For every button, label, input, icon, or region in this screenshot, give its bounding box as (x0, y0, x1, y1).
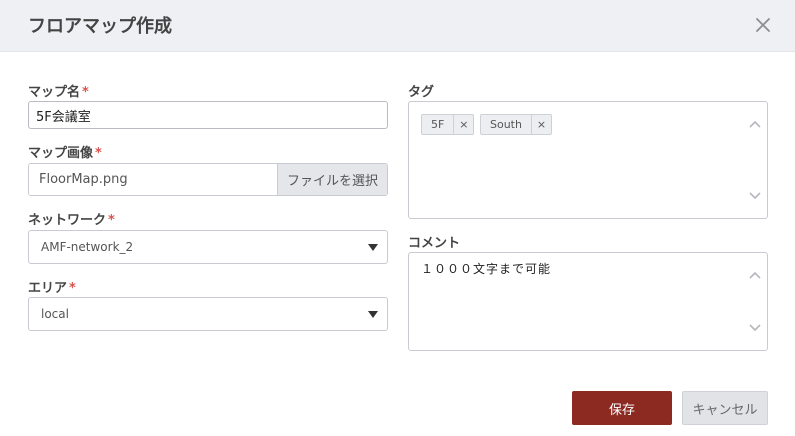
map-name-label-text: マップ名 (28, 85, 81, 100)
choose-file-button[interactable]: ファイルを選択 (277, 164, 387, 195)
cancel-button[interactable]: キャンセル (682, 391, 768, 425)
network-label-text: ネットワーク (28, 213, 107, 228)
chevron-down-icon[interactable] (748, 323, 762, 333)
comment-textarea[interactable]: １０００文字まで可能 (408, 252, 768, 351)
tag-remove-icon[interactable]: × (453, 115, 473, 134)
area-label-text: エリア (28, 281, 68, 296)
chevron-up-icon[interactable] (748, 270, 762, 280)
comment-placeholder: １０００文字まで可能 (421, 262, 552, 276)
map-image-file-picker: FloorMap.png ファイルを選択 (28, 163, 388, 196)
caret-down-icon (368, 244, 378, 251)
dialog-header: フロアマップ作成 (0, 0, 795, 52)
network-label: ネットワーク * (28, 209, 115, 228)
close-icon[interactable] (751, 13, 775, 37)
map-image-file-name[interactable]: FloorMap.png (29, 164, 277, 195)
map-name-input[interactable]: 5F会議室 (28, 101, 388, 129)
required-mark: * (108, 213, 115, 228)
tag-chip-label: South (490, 118, 522, 131)
required-mark: * (69, 281, 76, 296)
tags-input[interactable]: 5F × South × (408, 101, 768, 219)
map-name-label: マップ名 * (28, 81, 89, 100)
comment-label: コメント (408, 236, 461, 251)
tag-remove-icon[interactable]: × (530, 115, 551, 134)
area-label: エリア * (28, 277, 76, 296)
tags-label: タグ (408, 85, 435, 100)
area-selected-value: local (41, 307, 69, 321)
map-image-label: マップ画像 * (28, 142, 102, 161)
map-image-label-text: マップ画像 (28, 146, 94, 161)
network-selected-value: AMF-network_2 (41, 240, 134, 254)
chevron-up-icon[interactable] (748, 119, 762, 129)
tag-chip-label: 5F (431, 118, 445, 131)
tag-chip: South × (480, 114, 552, 135)
chevron-down-icon[interactable] (748, 191, 762, 201)
caret-down-icon (368, 311, 378, 318)
save-button[interactable]: 保存 (572, 391, 672, 425)
dialog-title: フロアマップ作成 (28, 16, 172, 37)
tag-chip: 5F × (421, 114, 475, 135)
area-select[interactable]: local (28, 297, 388, 331)
required-mark: * (95, 146, 102, 161)
network-select[interactable]: AMF-network_2 (28, 230, 388, 264)
required-mark: * (82, 85, 89, 100)
